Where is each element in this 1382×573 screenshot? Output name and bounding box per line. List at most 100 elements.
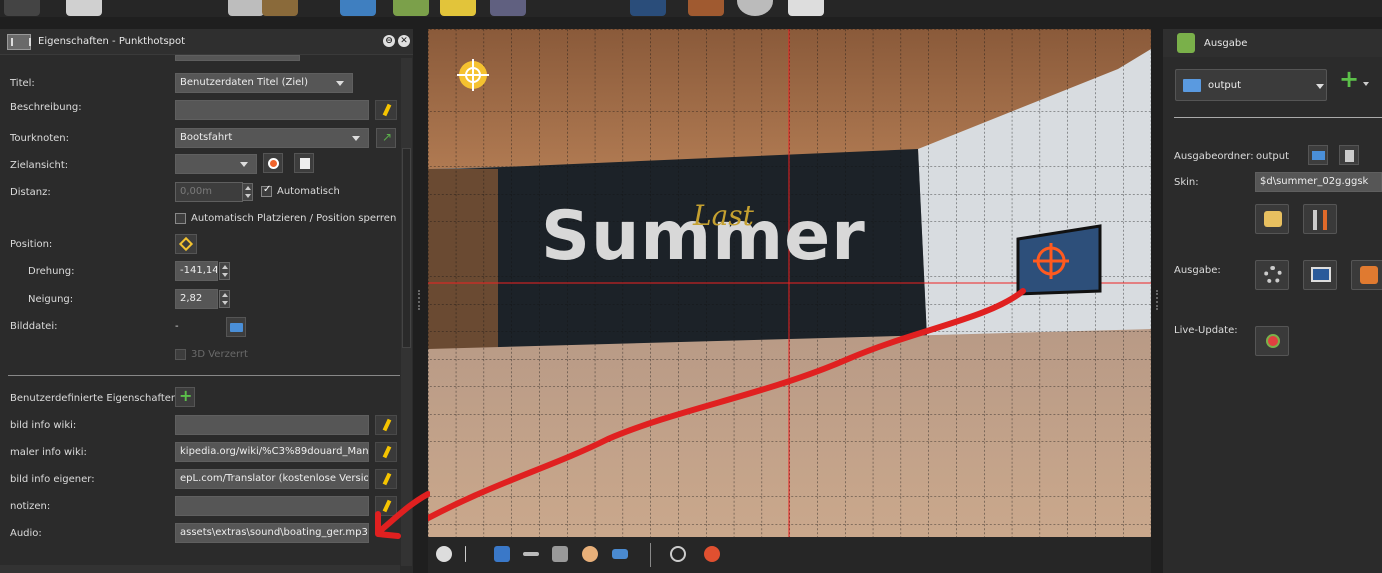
ausgabeordner-label: Ausgabeordner: — [1174, 151, 1254, 162]
custom-item-value: kipedia.org/wiki/%C3%89douard_Manet — [180, 446, 369, 457]
properties-panel: Eigenschaften - Punkthotspot ⊖ ✕ Titel: … — [0, 29, 413, 573]
target-view-icon[interactable] — [263, 153, 283, 173]
splitter-grip[interactable] — [1156, 290, 1158, 310]
open-folder-icon[interactable] — [226, 317, 246, 337]
beschreibung-label: Beschreibung: — [10, 102, 82, 113]
goto-node-icon[interactable]: ↗ — [376, 128, 396, 148]
custom-item-label: notizen: — [10, 501, 51, 512]
copy-icon[interactable] — [294, 153, 314, 173]
ausgabe-label: Ausgabe: — [1174, 265, 1221, 276]
grid-icon[interactable] — [494, 546, 510, 562]
add-layout-icon[interactable] — [66, 0, 102, 16]
clipboard-icon[interactable] — [688, 0, 724, 16]
audio-field[interactable]: assets\extras\sound\boating_ger.mp3 — [175, 523, 369, 543]
custom-item-field[interactable]: epL.com/Translator (kostenlose Version) — [175, 469, 369, 489]
automatisch-label: Automatisch — [277, 186, 340, 197]
neigung-spinner[interactable] — [219, 290, 230, 308]
float-icon[interactable]: ⊖ — [383, 35, 395, 47]
target-icon[interactable] — [670, 546, 686, 562]
custom-item-field[interactable] — [175, 496, 369, 516]
live-update-icon[interactable] — [1255, 326, 1289, 356]
map-icon[interactable] — [340, 0, 376, 16]
drehung-spinner[interactable] — [219, 262, 230, 280]
chevron-down-icon — [240, 162, 248, 167]
colors-icon[interactable] — [704, 546, 720, 562]
position-label: Position: — [10, 239, 53, 250]
funnel-icon[interactable] — [552, 546, 568, 562]
toolbar-separator — [650, 543, 651, 567]
panorama-icon[interactable] — [612, 549, 628, 559]
edit-pencil-icon[interactable] — [375, 442, 397, 462]
panorama-viewport[interactable]: Summer Last — [428, 29, 1151, 537]
output-select[interactable]: output — [1175, 69, 1327, 101]
automatisch-checkbox[interactable] — [261, 184, 272, 197]
section-divider — [1174, 117, 1382, 118]
output-panel: Ausgabe output + Ausgabeordner: output S… — [1163, 29, 1382, 573]
horizontal-scrollbar[interactable] — [0, 565, 400, 573]
chart-icon[interactable] — [490, 0, 526, 16]
image-icon[interactable] — [262, 0, 298, 16]
tourknoten-value: Bootsfahrt — [180, 132, 233, 143]
splitter-grip[interactable] — [418, 290, 420, 310]
hidden-field[interactable] — [175, 55, 300, 61]
ausgabeordner-value: output — [1256, 151, 1289, 162]
custom-item-label: bild info eigener: — [10, 474, 95, 485]
beschreibung-field[interactable] — [175, 100, 369, 120]
layout-icon[interactable] — [4, 0, 40, 16]
verzerrt-checkbox[interactable] — [175, 349, 186, 360]
custom-item-label: Audio: — [10, 528, 42, 539]
section-divider — [8, 375, 400, 376]
titel-label: Titel: — [10, 78, 35, 89]
box-icon[interactable] — [393, 0, 429, 16]
layout-icon[interactable] — [228, 0, 264, 16]
binoculars-icon[interactable] — [630, 0, 666, 16]
edit-pencil-icon[interactable] — [375, 415, 397, 435]
tools-icon[interactable] — [1303, 204, 1337, 234]
scroll-thumb[interactable] — [402, 148, 411, 348]
open-folder-icon[interactable] — [1308, 145, 1328, 165]
close-icon[interactable]: ✕ — [398, 35, 410, 47]
crosshair-icon[interactable] — [465, 546, 466, 562]
neigung-value: 2,82 — [180, 293, 203, 304]
zielansicht-select[interactable] — [175, 154, 257, 174]
hotspot-icon[interactable] — [788, 0, 824, 16]
hand-icon[interactable] — [582, 546, 598, 562]
annotation-arrowhead — [375, 491, 430, 539]
skin-field[interactable]: $d\summer_02g.ggsk — [1255, 172, 1382, 192]
folder-icon — [1183, 79, 1201, 92]
drehung-field[interactable]: -141,14 — [175, 261, 218, 281]
key-icon[interactable] — [523, 552, 539, 556]
custom-item-value: epL.com/Translator (kostenlose Version) — [180, 473, 369, 484]
edit-pencil-icon[interactable] — [375, 100, 397, 120]
bilddatei-value: - — [175, 321, 179, 332]
zielansicht-label: Zielansicht: — [10, 160, 69, 171]
custom-item-label: maler info wiki: — [10, 447, 87, 458]
gradient-icon[interactable] — [440, 0, 476, 16]
position-diamond-icon[interactable] — [175, 234, 197, 254]
distanz-spinner[interactable] — [242, 183, 253, 201]
tourknoten-label: Tourknoten: — [10, 133, 70, 144]
add-output-button[interactable]: + — [1339, 65, 1359, 93]
viewport-toolbar — [428, 537, 1151, 573]
skin-value: $d\summer_02g.ggsk — [1260, 176, 1369, 187]
skin-editor-icon[interactable] — [1255, 204, 1289, 234]
titel-value: Benutzerdaten Titel (Ziel) — [180, 77, 308, 88]
trash-icon[interactable] — [1339, 145, 1359, 165]
custom-item-field[interactable]: kipedia.org/wiki/%C3%89douard_Manet — [175, 442, 369, 462]
chevron-down-icon[interactable] — [1363, 82, 1369, 86]
distanz-field[interactable]: 0,00m — [175, 182, 243, 202]
package-icon[interactable] — [1351, 260, 1382, 290]
live-update-label: Live-Update: — [1174, 325, 1238, 336]
custom-item-field[interactable] — [175, 415, 369, 435]
drehung-value: -141,14 — [180, 265, 218, 276]
add-icon[interactable]: + — [175, 386, 195, 407]
auto-platzieren-checkbox[interactable] — [175, 213, 186, 224]
disc-icon[interactable] — [737, 0, 773, 16]
tourknoten-select[interactable]: Bootsfahrt — [175, 128, 369, 148]
compass-icon[interactable] — [436, 546, 452, 562]
titel-select[interactable]: Benutzerdaten Titel (Ziel) — [175, 73, 353, 93]
panel-title: Eigenschaften - Punkthotspot — [38, 36, 186, 47]
settings-gear-icon[interactable] — [1255, 260, 1289, 290]
preview-monitor-icon[interactable] — [1303, 260, 1337, 290]
neigung-field[interactable]: 2,82 — [175, 289, 218, 309]
